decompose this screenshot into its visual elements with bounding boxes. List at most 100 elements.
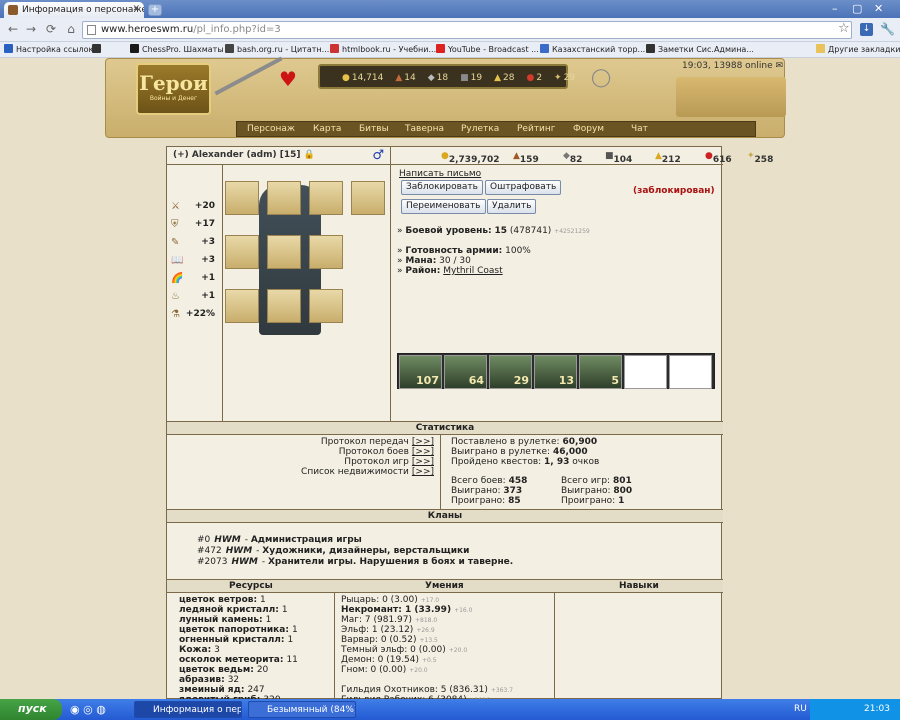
fine-button[interactable]: Оштрафовать bbox=[485, 180, 562, 195]
player-gold: ● 2,739,702 bbox=[441, 151, 500, 165]
write-letter-link[interactable]: Написать письмо bbox=[399, 169, 481, 179]
protocol-link[interactable]: [>>] bbox=[412, 447, 434, 457]
bookmark-item[interactable]: Казахстанский торр... bbox=[540, 44, 645, 54]
bookmark-item[interactable]: Заметки Сис.Админа... bbox=[646, 44, 754, 54]
taskbar-item-paint[interactable]: Безымянный (84%) - ... bbox=[248, 701, 356, 718]
army-unit-slot[interactable] bbox=[669, 355, 712, 389]
menu-item[interactable]: Чат bbox=[631, 124, 648, 134]
resource-name: лунный камень: bbox=[179, 615, 263, 625]
mana: » Мана: 30 / 30 bbox=[397, 256, 471, 266]
clan-id[interactable]: #0 bbox=[197, 535, 210, 545]
battles-won: Выиграно: 373 bbox=[451, 486, 523, 496]
bookmark-item[interactable] bbox=[92, 44, 104, 54]
language-indicator[interactable]: RU bbox=[794, 704, 807, 714]
resource-row: Кожа: 3 bbox=[179, 645, 220, 655]
castle-banner-image bbox=[676, 77, 786, 117]
clan-row: #2073 HWM - Хранители игры. Нарушения в бо… bbox=[197, 557, 513, 567]
army-unit-slot[interactable]: 5 bbox=[579, 355, 622, 389]
equipment-slot[interactable] bbox=[267, 289, 301, 323]
faction-skill-text: Эльф: 1 (23.12) bbox=[341, 625, 414, 635]
menu-item[interactable]: Рейтинг bbox=[517, 124, 556, 134]
region-link[interactable]: Mythril Coast bbox=[443, 266, 502, 276]
reload-icon[interactable]: ⟳ bbox=[42, 22, 60, 38]
menu-item[interactable]: Рулетка bbox=[461, 124, 499, 134]
menu-item[interactable]: Битвы bbox=[359, 124, 389, 134]
quicklaunch-icons[interactable]: ◉ ◎ ◍ bbox=[70, 703, 106, 716]
bookmark-star-icon[interactable]: ☆ bbox=[838, 21, 850, 36]
other-bookmarks[interactable]: Другие закладки bbox=[816, 44, 900, 54]
browser-tab[interactable]: Информация о персонаже. ✕ bbox=[4, 2, 144, 18]
clan-row: #472 HWM - Художники, дизайнеры, верстальщ… bbox=[197, 546, 469, 556]
equipment-slot[interactable] bbox=[309, 289, 343, 323]
wrench-menu-icon[interactable]: 🔧 bbox=[880, 22, 895, 36]
clan-id[interactable]: #2073 bbox=[197, 557, 227, 567]
address-bar[interactable]: www.heroeswm.ru/pl_info.php?id=3 bbox=[82, 21, 852, 39]
equipment-slot[interactable] bbox=[225, 289, 259, 323]
menu-item[interactable]: Таверна bbox=[405, 124, 444, 134]
site-logo[interactable]: Герои Войны и Денег bbox=[136, 63, 211, 115]
bookmark-item[interactable]: bash.org.ru - Цитатн... bbox=[225, 44, 329, 54]
bookmark-item[interactable]: Настройка ссылок bbox=[4, 44, 93, 54]
bookmark-item[interactable]: ChessPro. Шахматы bbox=[130, 44, 224, 54]
stat-value: +3 bbox=[201, 237, 215, 247]
army-unit-count: 29 bbox=[513, 374, 529, 387]
equipment-slot[interactable] bbox=[351, 181, 385, 215]
army-unit-slot[interactable]: 64 bbox=[444, 355, 487, 389]
equipment-slot[interactable] bbox=[267, 235, 301, 269]
menu-item[interactable]: Персонаж bbox=[247, 124, 295, 134]
clan-name: Художники, дизайнеры, верстальщики bbox=[262, 546, 470, 556]
protocol-row: Протокол игр [>>] bbox=[344, 457, 434, 467]
maximize-icon[interactable]: ▢ bbox=[852, 2, 862, 15]
army-unit-slot[interactable] bbox=[624, 355, 667, 389]
resource-row: лунный камень: 1 bbox=[179, 615, 271, 625]
mail-icon[interactable]: ✉ bbox=[775, 61, 783, 71]
start-button[interactable]: пуск bbox=[0, 699, 62, 720]
equipment-slot[interactable] bbox=[225, 235, 259, 269]
equipment-slot[interactable] bbox=[309, 181, 343, 215]
army-unit-slot[interactable]: 29 bbox=[489, 355, 532, 389]
equipment-slot[interactable] bbox=[267, 181, 301, 215]
player-resource: ■ 104 bbox=[605, 151, 632, 165]
back-icon[interactable]: ← bbox=[4, 22, 22, 38]
protocol-link[interactable]: [>>] bbox=[412, 457, 434, 467]
gold-icon: ● bbox=[441, 151, 449, 161]
new-tab-button[interactable]: + bbox=[148, 4, 162, 16]
block-button[interactable]: Заблокировать bbox=[401, 180, 483, 195]
initiative-icon: ⚗ bbox=[171, 309, 180, 320]
army-unit-slot[interactable]: 13 bbox=[534, 355, 577, 389]
download-icon[interactable]: ↓ bbox=[860, 23, 873, 36]
home-icon[interactable]: ⌂ bbox=[62, 22, 80, 38]
close-window-icon[interactable]: ✕ bbox=[874, 2, 883, 15]
equipment-slot[interactable] bbox=[309, 235, 343, 269]
faction-skill-text: Маг: 7 (981.97) bbox=[341, 615, 413, 625]
protocol-row: Протокол передач [>>] bbox=[321, 437, 434, 447]
ring-icon: ◯ bbox=[591, 67, 612, 88]
bookmark-item[interactable]: YouTube - Broadcast ... bbox=[436, 44, 539, 54]
gold-value: 2,739,702 bbox=[448, 155, 500, 165]
header-resources-bar: ● 14,714 ▲ 14 ◆ 18 ■ 19 ▲ 28 ● 2 ✦ 29 bbox=[318, 64, 575, 89]
protocol-row: Список недвижимости [>>] bbox=[301, 467, 434, 477]
region: » Район: Mythril Coast bbox=[397, 266, 503, 276]
protocol-link[interactable]: [>>] bbox=[412, 437, 434, 447]
resource-icon: ■ bbox=[460, 73, 469, 83]
delete-button[interactable]: Удалить bbox=[487, 199, 537, 214]
resource-name: осколок метеорита: bbox=[179, 655, 284, 665]
morale-icon: ♨ bbox=[171, 291, 180, 302]
bookmark-item[interactable]: htmlbook.ru - Учебни... bbox=[330, 44, 436, 54]
close-tab-icon[interactable]: ✕ bbox=[132, 4, 140, 14]
taskbar-item-browser[interactable]: Информация о персо... bbox=[134, 701, 242, 718]
forward-icon[interactable]: → bbox=[22, 22, 40, 38]
army-unit-slot[interactable]: 107 bbox=[399, 355, 442, 389]
rename-button[interactable]: Переименовать bbox=[401, 199, 486, 214]
menu-item[interactable]: Карта bbox=[313, 124, 341, 134]
clan-id[interactable]: #472 bbox=[197, 546, 222, 556]
page-icon bbox=[87, 25, 96, 35]
windows-taskbar: пуск ◉ ◎ ◍ Информация о персо... Безымян… bbox=[0, 699, 900, 720]
minimize-icon[interactable]: – bbox=[832, 2, 838, 15]
menu-item[interactable]: Форум bbox=[573, 124, 604, 134]
browser-toolbar: ← → ⟳ ⌂ www.heroeswm.ru/pl_info.php?id=3… bbox=[0, 18, 900, 42]
protocol-link[interactable]: [>>] bbox=[412, 467, 434, 477]
equipment-slot[interactable] bbox=[225, 181, 259, 215]
guild-skill-text: Гильдия Охотников: 5 (836.31) bbox=[341, 685, 488, 695]
player-info-panel: (+) Alexander (adm) [15] 🔒 ♂ ● 2,739,702 ▲… bbox=[166, 146, 773, 700]
